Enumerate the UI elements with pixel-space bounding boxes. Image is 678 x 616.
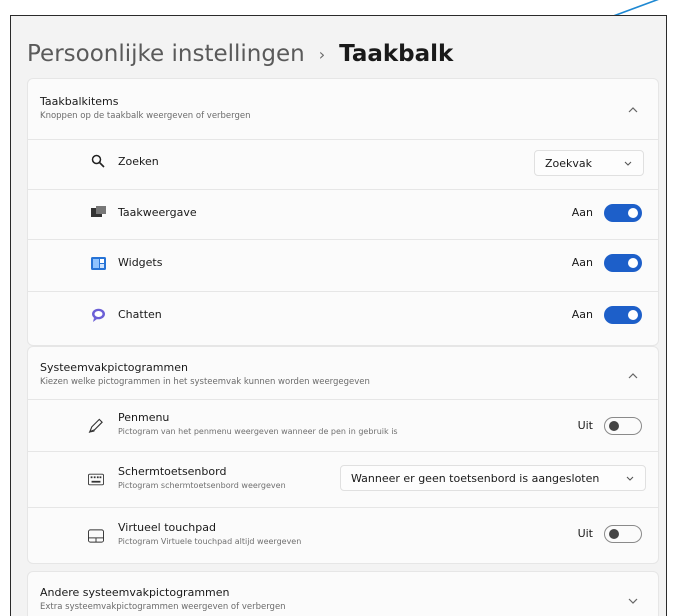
section-title: Taakbalkitems xyxy=(40,95,119,108)
breadcrumb: Persoonlijke instellingen › Taakbalk xyxy=(27,34,453,74)
widgets-toggle[interactable] xyxy=(604,254,642,272)
virtual-touchpad-state: Uit xyxy=(577,527,593,540)
widgets-label: Widgets xyxy=(118,256,163,269)
page-title: Taakbalk xyxy=(339,41,454,67)
pen-menu-description: Pictogram van het penmenu weergeven wann… xyxy=(118,427,398,436)
chevron-down-icon[interactable] xyxy=(628,596,638,606)
section-title: Andere systeemvakpictogrammen xyxy=(40,586,230,599)
chevron-up-icon[interactable] xyxy=(628,371,638,381)
system-tray-card: Systeemvakpictogrammen Kiezen welke pict… xyxy=(27,346,659,564)
virtual-touchpad-description: Pictogram Virtuele touchpad altijd weerg… xyxy=(118,537,302,546)
chevron-up-icon[interactable] xyxy=(628,105,638,115)
chat-label: Chatten xyxy=(118,308,162,321)
chat-toggle[interactable] xyxy=(604,306,642,324)
virtual-touchpad-toggle[interactable] xyxy=(604,525,642,543)
settings-window: Persoonlijke instellingen › Taakbalk Taa… xyxy=(10,15,667,616)
row-touch-keyboard: Schermtoetsenbord Pictogram schermtoetse… xyxy=(28,451,658,507)
chevron-down-icon xyxy=(624,161,632,166)
task-view-icon xyxy=(90,204,106,220)
pen-icon xyxy=(88,417,104,433)
taskbar-items-header[interactable]: Taakbalkitems Knoppen op de taakbalk wee… xyxy=(28,79,658,139)
section-description: Knoppen op de taakbalk weergeven of verb… xyxy=(40,111,251,121)
task-view-toggle[interactable] xyxy=(604,204,642,222)
chat-state: Aan xyxy=(571,308,593,321)
search-label: Zoeken xyxy=(118,155,159,168)
row-chat: Chatten Aan xyxy=(28,291,658,339)
task-view-state: Aan xyxy=(571,206,593,219)
pen-menu-label: Penmenu xyxy=(118,411,170,424)
chevron-down-icon xyxy=(626,476,634,481)
section-description: Kiezen welke pictogrammen in het systeem… xyxy=(40,377,370,387)
row-task-view: Taakweergave Aan xyxy=(28,189,658,237)
breadcrumb-parent[interactable]: Persoonlijke instellingen xyxy=(27,41,305,67)
chat-icon xyxy=(90,307,106,323)
section-title: Systeemvakpictogrammen xyxy=(40,361,188,374)
task-view-label: Taakweergave xyxy=(118,206,197,219)
section-description: Extra systeemvakpictogrammen weergeven o… xyxy=(40,602,286,612)
keyboard-icon xyxy=(88,471,104,487)
pen-menu-toggle[interactable] xyxy=(604,417,642,435)
search-mode-dropdown[interactable]: Zoekvak xyxy=(534,150,644,176)
row-pen-menu: Penmenu Pictogram van het penmenu weerge… xyxy=(28,399,658,451)
touch-keyboard-dropdown[interactable]: Wanneer er geen toetsenbord is aangeslot… xyxy=(340,465,646,491)
row-search: Zoeken Zoekvak xyxy=(28,139,658,187)
touch-keyboard-label: Schermtoetsenbord xyxy=(118,465,227,478)
row-widgets: Widgets Aan xyxy=(28,239,658,287)
widgets-state: Aan xyxy=(571,256,593,269)
system-tray-header[interactable]: Systeemvakpictogrammen Kiezen welke pict… xyxy=(28,347,658,399)
pen-menu-state: Uit xyxy=(577,419,593,432)
other-tray-card[interactable]: Andere systeemvakpictogrammen Extra syst… xyxy=(27,571,659,616)
touch-keyboard-description: Pictogram schermtoetsenbord weergeven xyxy=(118,481,286,490)
search-icon xyxy=(90,153,106,169)
taskbar-items-card: Taakbalkitems Knoppen op de taakbalk wee… xyxy=(27,78,659,346)
touch-keyboard-value: Wanneer er geen toetsenbord is aangeslot… xyxy=(351,471,600,485)
widgets-icon xyxy=(90,255,106,271)
touchpad-icon xyxy=(88,528,104,544)
virtual-touchpad-label: Virtueel touchpad xyxy=(118,521,216,534)
breadcrumb-separator: › xyxy=(318,44,326,64)
search-mode-value: Zoekvak xyxy=(545,156,593,170)
row-virtual-touchpad: Virtueel touchpad Pictogram Virtuele tou… xyxy=(28,507,658,563)
